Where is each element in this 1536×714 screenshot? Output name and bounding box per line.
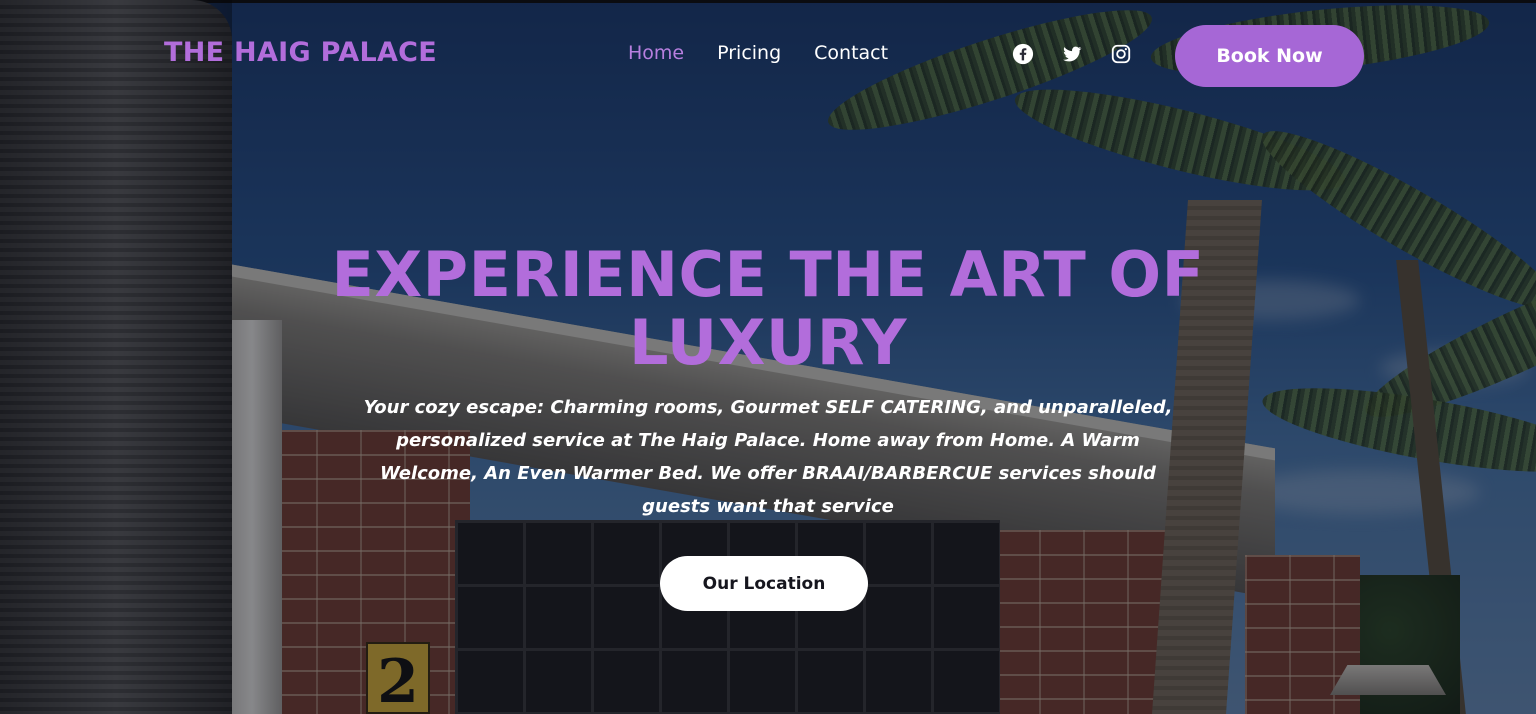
nav-contact[interactable]: Contact <box>814 42 888 64</box>
site-header: THE HAIG PALACE Home Pricing Contact Boo… <box>0 0 1536 112</box>
instagram-icon[interactable] <box>1110 43 1132 65</box>
facebook-icon[interactable] <box>1012 43 1034 65</box>
main-nav: Home Pricing Contact <box>628 42 888 64</box>
book-now-button[interactable]: Book Now <box>1175 25 1364 87</box>
brand-logo[interactable]: THE HAIG PALACE <box>164 37 437 68</box>
hero-description: Your cozy escape: Charming rooms, Gourme… <box>363 397 1173 517</box>
social-links <box>1012 43 1132 65</box>
twitter-icon[interactable] <box>1061 43 1083 65</box>
hero-headline: EXPERIENCE THE ART OF LUXURY <box>331 238 1205 379</box>
nav-pricing[interactable]: Pricing <box>717 42 781 64</box>
nav-home[interactable]: Home <box>628 42 684 64</box>
our-location-button[interactable]: Our Location <box>660 556 868 611</box>
